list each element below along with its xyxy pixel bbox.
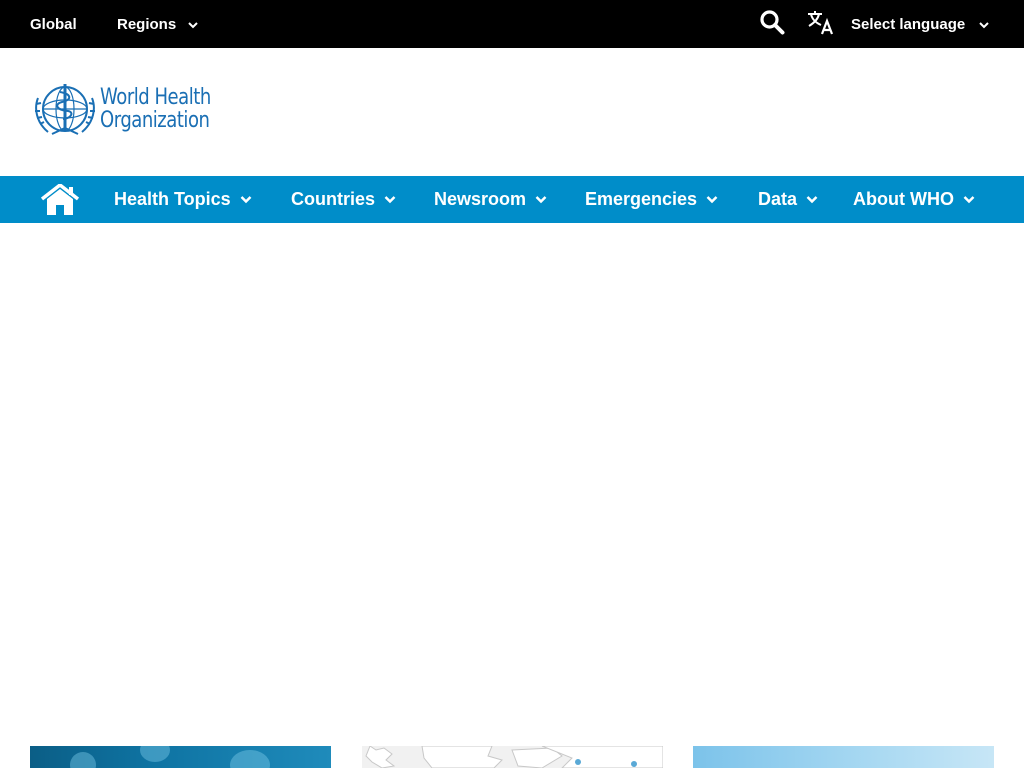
search-button[interactable]: [758, 0, 786, 48]
regions-dropdown[interactable]: Regions: [117, 0, 198, 48]
chevron-down-icon: [806, 195, 818, 204]
nav-emergencies[interactable]: Emergencies: [585, 176, 718, 223]
nav-countries[interactable]: Countries: [291, 176, 396, 223]
nav-label: Countries: [291, 189, 376, 209]
chevron-down-icon: [706, 195, 718, 204]
translate-icon: [807, 9, 835, 39]
nav-data[interactable]: Data: [758, 176, 818, 223]
home-button[interactable]: [40, 183, 80, 215]
nav-newsroom[interactable]: Newsroom: [434, 176, 547, 223]
nav-label: Emergencies: [585, 189, 698, 209]
global-label: Global: [30, 15, 77, 33]
virus-particle: [140, 746, 170, 762]
regions-label: Regions: [117, 15, 177, 33]
feature-card-coronavirus[interactable]: [30, 746, 331, 768]
chevron-down-icon: [240, 195, 252, 204]
chevron-down-icon: [384, 195, 396, 204]
nav-label: Newsroom: [434, 189, 527, 209]
feature-card-sky[interactable]: [693, 746, 994, 768]
nav-health-topics[interactable]: Health Topics: [114, 176, 252, 223]
nav-label: Data: [758, 189, 798, 209]
home-icon: [40, 183, 80, 219]
language-dropdown[interactable]: Select language: [851, 0, 989, 48]
global-link[interactable]: Global: [30, 0, 77, 48]
chevron-down-icon: [188, 16, 198, 33]
nav-label: About WHO: [853, 189, 954, 209]
world-map-image: [365, 746, 663, 768]
virus-particle: [70, 752, 96, 768]
main-navigation: Health Topics Countries Newsroom Emergen…: [0, 176, 1024, 223]
who-emblem: [30, 78, 100, 140]
virus-particle: [230, 750, 270, 768]
logo-line-1: World Health: [100, 85, 211, 110]
chevron-down-icon: [535, 195, 547, 204]
language-label: Select language: [851, 15, 966, 33]
who-logo-link[interactable]: World Health Organization: [30, 78, 230, 140]
translate-button[interactable]: [807, 0, 835, 48]
search-icon: [759, 9, 785, 39]
who-wordmark: World Health Organization: [100, 86, 211, 132]
nav-about-who[interactable]: About WHO: [853, 176, 975, 223]
nav-label: Health Topics: [114, 189, 231, 209]
feature-card-map[interactable]: [362, 746, 663, 768]
top-bar: Global Regions Select language: [0, 0, 1024, 48]
chevron-down-icon: [963, 195, 975, 204]
logo-line-2: Organization: [100, 108, 210, 133]
chevron-down-icon: [979, 16, 989, 33]
